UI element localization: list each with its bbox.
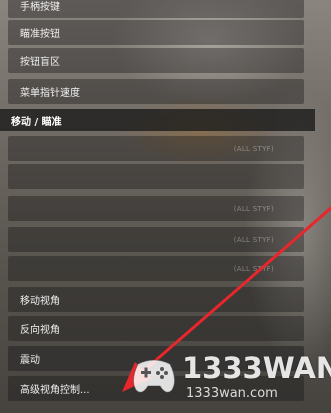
section-title: 移动 / 瞄准 bbox=[11, 116, 62, 128]
menu-item-setting[interactable]: (ALL STYF) bbox=[8, 256, 304, 281]
menu-item-label: 反向视角 bbox=[20, 325, 60, 336]
watermark-url: 1333wan.com bbox=[186, 386, 278, 401]
menu-item-aim-button[interactable]: 瞄准按钮 bbox=[8, 20, 304, 45]
menu-item-label: 高级视角控制... bbox=[20, 385, 90, 396]
menu-item-label: 按钮盲区 bbox=[20, 57, 60, 68]
section-header-move-aim: 移动 / 瞄准 bbox=[0, 109, 315, 131]
menu-item-label: 手柄按键 bbox=[20, 2, 60, 13]
menu-item-invert-view[interactable]: 反向视角 bbox=[8, 316, 304, 341]
menu-item-setting[interactable]: (ALL STYF) bbox=[8, 136, 304, 161]
menu-item-cursor-speed[interactable]: 菜单指针速度 bbox=[8, 79, 304, 104]
menu-item-controller-buttons[interactable]: 手柄按键 bbox=[8, 0, 304, 18]
menu-item-label: 震动 bbox=[20, 355, 40, 366]
menu-item-setting[interactable]: (ALL STYF) bbox=[8, 196, 304, 221]
watermark-brand: 1333WAN bbox=[182, 351, 331, 385]
menu-item-label: 瞄准按钮 bbox=[20, 29, 60, 40]
watermark: 1333WAN 1333wan.com bbox=[128, 350, 331, 408]
menu-item-setting[interactable] bbox=[8, 164, 304, 189]
menu-item-label: 菜单指针速度 bbox=[20, 88, 80, 99]
gamepad-logo-icon bbox=[132, 359, 176, 393]
menu-item-move-view[interactable]: 移动视角 bbox=[8, 287, 304, 312]
menu-item-deadzone[interactable]: 按钮盲区 bbox=[8, 48, 304, 73]
setting-value: (ALL STYF) bbox=[233, 264, 274, 273]
menu-item-label: 移动视角 bbox=[20, 296, 60, 307]
menu-item-setting[interactable]: (ALL STYF) bbox=[8, 227, 304, 252]
setting-value: (ALL STYF) bbox=[233, 144, 274, 153]
setting-value: (ALL STYF) bbox=[233, 235, 274, 244]
setting-value: (ALL STYF) bbox=[233, 204, 274, 213]
